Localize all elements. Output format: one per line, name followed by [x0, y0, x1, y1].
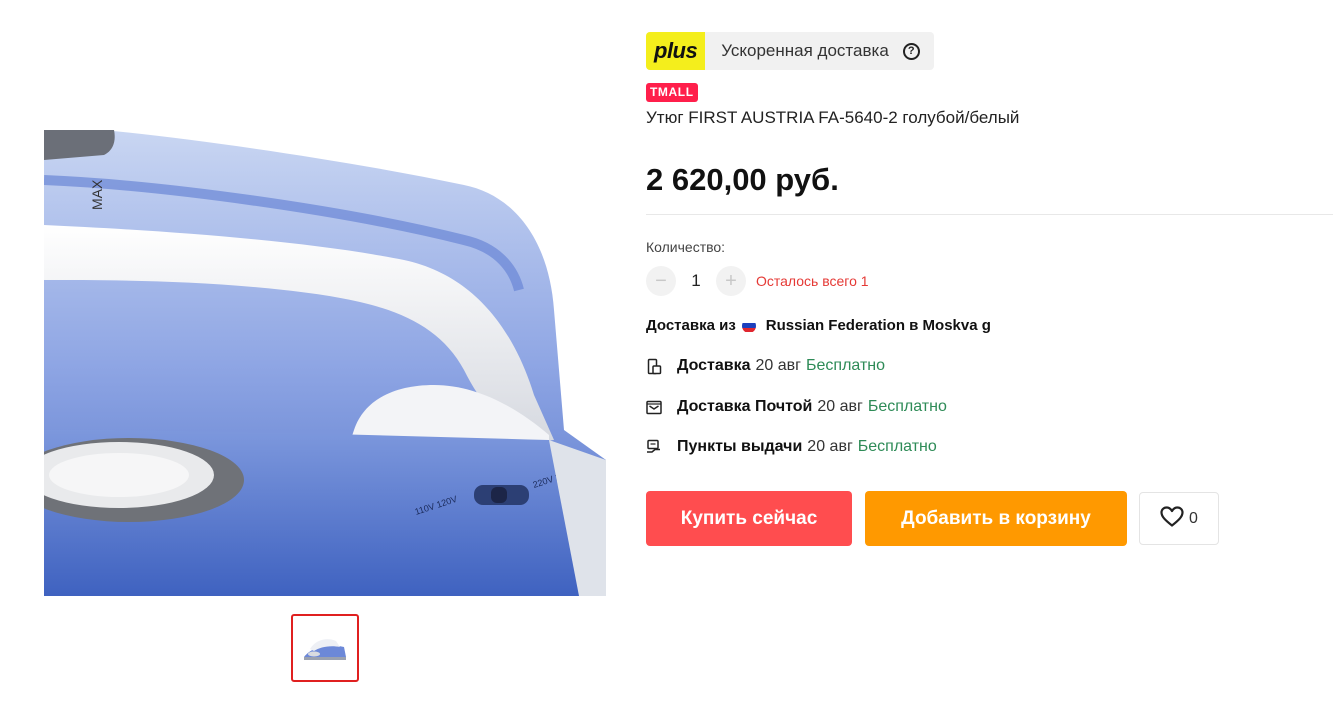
- product-info: plus Ускоренная доставка ? TMALL Утюг FI…: [646, 32, 1333, 546]
- quantity-stepper: − 1 + Осталось всего 1: [646, 266, 869, 296]
- quantity-label: Количество:: [646, 239, 726, 255]
- quantity-value[interactable]: 1: [676, 271, 716, 291]
- add-to-cart-button[interactable]: Добавить в корзину: [865, 491, 1127, 546]
- wishlist-count: 0: [1189, 509, 1198, 527]
- plus-delivery-banner[interactable]: plus Ускоренная доставка ?: [646, 32, 934, 70]
- plus-delivery-label: Ускоренная доставка: [721, 41, 889, 60]
- delivery-option-price: Бесплатно: [806, 357, 886, 374]
- question-circle-icon[interactable]: ?: [902, 42, 920, 60]
- delivery-option-courier[interactable]: Доставка 20 авг Бесплатно: [646, 357, 885, 375]
- product-title: Утюг FIRST AUSTRIA FA-5640-2 голубой/бел…: [646, 108, 1020, 127]
- delivery-option-name: Доставка: [677, 357, 751, 374]
- heart-icon: [1160, 505, 1184, 532]
- delivery-option-name: Доставка Почтой: [677, 398, 813, 415]
- stock-remaining-note: Осталось всего 1: [756, 273, 869, 289]
- delivery-option-post[interactable]: Доставка Почтой 20 авг Бесплатно: [646, 398, 947, 416]
- svg-text:MAX: MAX: [89, 179, 105, 210]
- courier-box-icon: [646, 357, 662, 375]
- delivery-option-date: 20 авг: [755, 357, 802, 374]
- delivery-option-pickup[interactable]: Пункты выдачи 20 авг Бесплатно: [646, 438, 937, 456]
- quantity-decrease-button[interactable]: −: [646, 266, 676, 296]
- ships-from-prefix: Доставка из: [646, 317, 736, 334]
- post-office-icon: [646, 398, 662, 416]
- product-page: MAX 110V 120V 220V 240V plus Ускоренная …: [0, 0, 1333, 718]
- delivery-option-date: 20 авг: [817, 398, 863, 415]
- plus-logo: plus: [646, 32, 706, 70]
- tmall-badge: TMALL: [646, 83, 698, 102]
- russia-flag-icon: [741, 318, 756, 333]
- divider: [646, 214, 1333, 215]
- delivery-option-price: Бесплатно: [867, 398, 947, 415]
- wishlist-button[interactable]: 0: [1139, 492, 1219, 545]
- pickup-point-icon: [646, 438, 662, 456]
- quantity-increase-button[interactable]: +: [716, 266, 746, 296]
- ships-from-location: Russian Federation в Moskva g: [765, 317, 991, 334]
- product-price: 2 620,00 руб.: [646, 162, 839, 197]
- buy-now-button[interactable]: Купить сейчас: [646, 491, 852, 546]
- delivery-option-name: Пункты выдачи: [677, 438, 803, 455]
- product-thumbnail[interactable]: [291, 614, 359, 682]
- ships-from: Доставка из Russian Federation в Moskva …: [646, 317, 991, 334]
- purchase-actions: Купить сейчас Добавить в корзину 0: [646, 491, 1219, 546]
- product-main-image[interactable]: MAX 110V 120V 220V 240V: [44, 130, 606, 596]
- delivery-option-price: Бесплатно: [857, 438, 937, 455]
- delivery-option-date: 20 авг: [807, 438, 853, 455]
